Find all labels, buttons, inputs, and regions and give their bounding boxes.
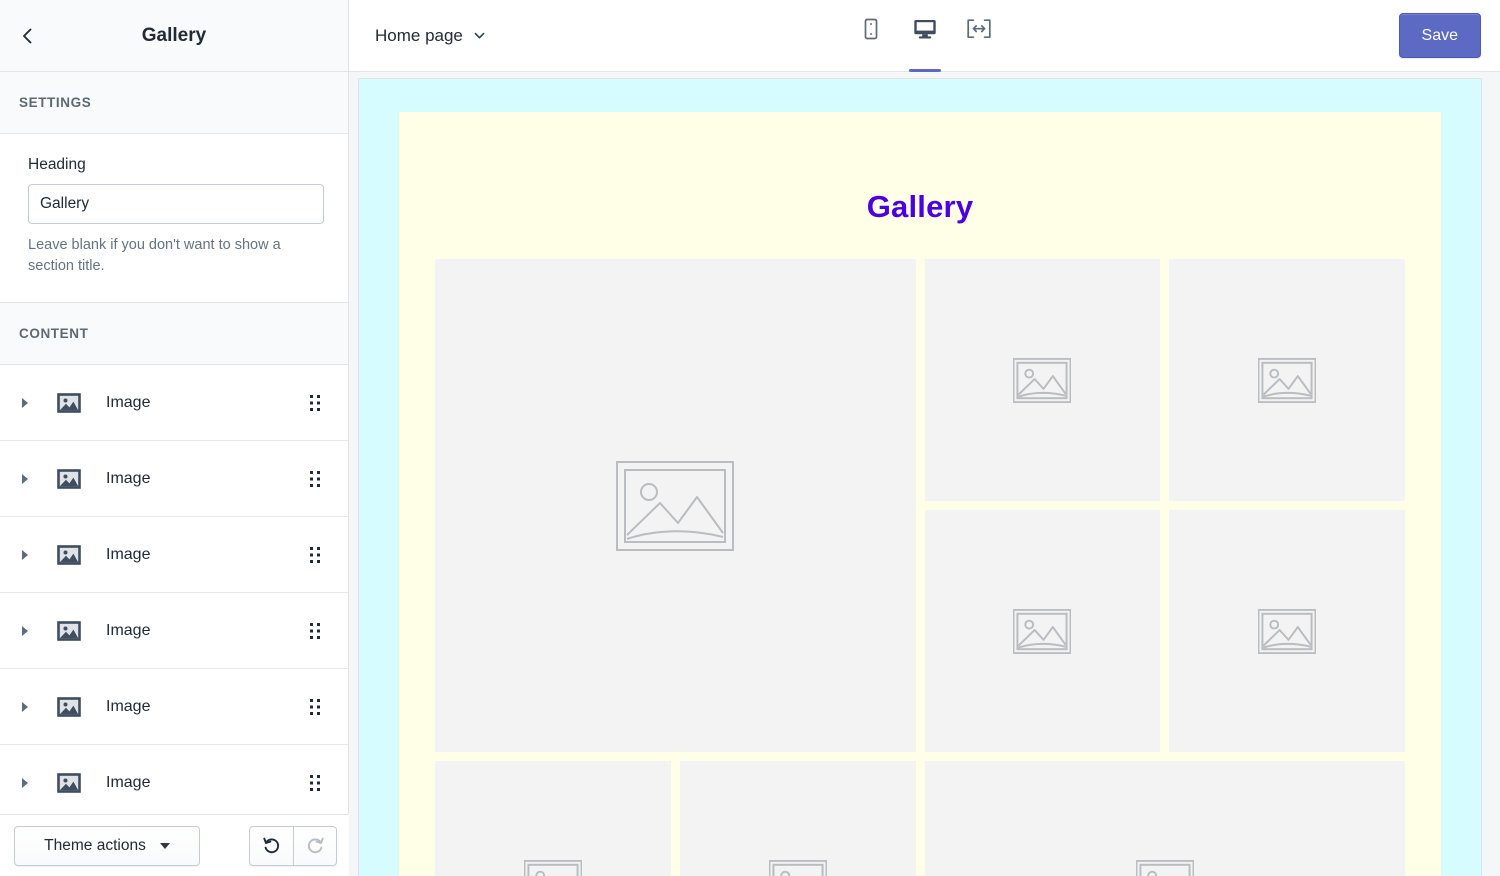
heading-field-label: Heading: [28, 156, 86, 173]
redo-icon: [305, 835, 326, 856]
chevron-down-icon: [159, 842, 170, 849]
save-button[interactable]: Save: [1398, 13, 1481, 58]
theme-editor-app: Gallery SETTINGS Heading Leave blank if …: [0, 0, 1500, 876]
gallery-tile-8[interactable]: [924, 761, 1405, 876]
undo-button[interactable]: [249, 825, 293, 866]
disclosure-toggle[interactable]: [10, 397, 40, 409]
list-item-label: Image: [106, 393, 151, 411]
list-item-label: Image: [106, 469, 151, 487]
mobile-icon: [860, 17, 882, 41]
sidebar-title: Gallery: [141, 24, 207, 46]
gallery-tile-3[interactable]: [1169, 259, 1405, 501]
triangle-right-icon: [20, 549, 30, 561]
device-desktop-button[interactable]: [905, 2, 945, 72]
preview-viewport: Gallery: [349, 72, 1500, 876]
list-item-label: Image: [106, 621, 151, 639]
list-item[interactable]: Image: [0, 745, 348, 822]
drag-handle-icon[interactable]: [298, 462, 332, 496]
gallery-section[interactable]: Gallery: [399, 112, 1441, 876]
settings-panel: Heading Leave blank if you don't want to…: [0, 134, 348, 304]
image-placeholder-icon: [1013, 357, 1072, 403]
image-placeholder-icon: [1135, 859, 1194, 876]
full-width-icon: [966, 18, 992, 40]
settings-sidebar: Gallery SETTINGS Heading Leave blank if …: [0, 0, 351, 876]
page-selector-label: Home page: [375, 25, 463, 45]
image-placeholder-icon: [523, 859, 582, 876]
image-icon: [56, 618, 82, 644]
theme-actions-label: Theme actions: [44, 836, 146, 854]
gallery-grid: [435, 259, 1405, 876]
list-item[interactable]: Image: [0, 593, 348, 670]
triangle-right-icon: [20, 625, 30, 637]
triangle-right-icon: [20, 701, 30, 713]
triangle-right-icon: [20, 777, 30, 789]
back-button[interactable]: [6, 14, 50, 58]
drag-handle-icon[interactable]: [298, 614, 332, 648]
desktop-icon: [912, 17, 938, 41]
device-mobile-button[interactable]: [851, 2, 891, 72]
list-item[interactable]: Image: [0, 365, 348, 442]
drag-handle-icon[interactable]: [298, 386, 332, 420]
image-placeholder-icon: [1013, 608, 1072, 654]
gallery-tile-4[interactable]: [924, 510, 1161, 752]
list-item[interactable]: Image: [0, 441, 348, 518]
settings-section-header: SETTINGS: [0, 72, 348, 134]
image-icon: [56, 770, 82, 796]
sidebar-footer: Theme actions: [0, 814, 351, 876]
list-item[interactable]: Image: [0, 517, 348, 594]
disclosure-toggle[interactable]: [10, 473, 40, 485]
content-section-header: CONTENT: [0, 303, 348, 366]
gallery-tile-6[interactable]: [435, 761, 671, 876]
sidebar-header: Gallery: [0, 0, 348, 72]
image-placeholder-icon: [1258, 357, 1317, 403]
device-full-width-button[interactable]: [959, 2, 999, 72]
list-item-label: Image: [106, 697, 151, 715]
drag-handle-icon[interactable]: [298, 690, 332, 724]
disclosure-toggle[interactable]: [10, 625, 40, 637]
device-mobile-underline: [855, 69, 887, 72]
device-full-width-underline: [963, 69, 995, 72]
triangle-right-icon: [20, 473, 30, 485]
disclosure-toggle[interactable]: [10, 549, 40, 561]
editor-topbar: Home page Save: [349, 0, 1500, 72]
page-selector[interactable]: Home page: [371, 20, 491, 52]
disclosure-toggle[interactable]: [10, 777, 40, 789]
heading-input[interactable]: [28, 184, 324, 224]
triangle-right-icon: [20, 397, 30, 409]
image-icon: [56, 694, 82, 720]
content-block-list: Image Image Image Image Image Image: [0, 365, 348, 876]
device-desktop-underline: [909, 68, 941, 72]
gallery-tile-5[interactable]: [1169, 510, 1405, 752]
undo-redo-group: [249, 825, 337, 866]
list-item-label: Image: [106, 773, 151, 791]
list-item[interactable]: Image: [0, 669, 348, 746]
image-placeholder-icon: [1258, 608, 1317, 654]
heading-help-text: Leave blank if you don't want to show a …: [28, 237, 281, 274]
image-icon: [56, 390, 82, 416]
gallery-heading: Gallery: [866, 189, 974, 224]
device-preview-switcher: [851, 0, 999, 72]
redo-button[interactable]: [293, 825, 337, 866]
drag-handle-icon[interactable]: [298, 538, 332, 572]
gallery-tile-1[interactable]: [435, 259, 916, 752]
editor-main: Home page Save Gallery: [349, 0, 1500, 876]
image-placeholder-icon: [616, 460, 735, 551]
image-icon: [56, 542, 82, 568]
chevron-down-icon: [472, 28, 487, 43]
image-placeholder-icon: [768, 859, 827, 876]
drag-handle-icon[interactable]: [298, 766, 332, 800]
image-icon: [56, 466, 82, 492]
theme-actions-button[interactable]: Theme actions: [14, 825, 200, 866]
undo-icon: [261, 835, 282, 856]
gallery-tile-2[interactable]: [924, 259, 1161, 501]
gallery-tile-7[interactable]: [679, 761, 916, 876]
list-item-label: Image: [106, 545, 151, 563]
storefront-preview-frame[interactable]: Gallery: [359, 79, 1481, 876]
chevron-left-icon: [18, 26, 38, 46]
disclosure-toggle[interactable]: [10, 701, 40, 713]
